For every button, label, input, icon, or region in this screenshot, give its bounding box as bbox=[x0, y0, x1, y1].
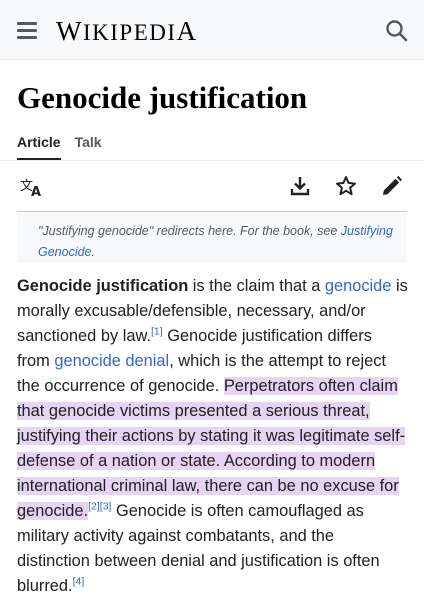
translate-icon[interactable]: 文 A bbox=[20, 176, 44, 203]
reference-1[interactable]: [1] bbox=[151, 326, 163, 338]
namespace-tabs: Article Talk bbox=[17, 134, 116, 160]
tabs-divider bbox=[0, 160, 424, 161]
download-icon[interactable] bbox=[288, 174, 312, 203]
lead-term: Genocide justification bbox=[17, 277, 189, 295]
highlighted-passage: Perpetrators often claim that genocide v… bbox=[17, 377, 406, 520]
page-title: Genocide justification bbox=[17, 80, 308, 115]
hatnote-text: "Justifying genocide" redirects here. Fo… bbox=[38, 224, 341, 238]
hamburger-menu-icon[interactable] bbox=[17, 22, 37, 39]
svg-text:A: A bbox=[31, 185, 41, 198]
search-icon[interactable] bbox=[384, 18, 410, 44]
star-icon[interactable] bbox=[334, 174, 358, 203]
pencil-icon[interactable] bbox=[380, 174, 404, 203]
body-text: is the claim that a bbox=[188, 277, 325, 295]
genocide-link[interactable]: genocide bbox=[325, 277, 392, 295]
article-body: Genocide justification is the claim that… bbox=[17, 274, 409, 599]
reference-4[interactable]: [4] bbox=[73, 576, 85, 588]
genocide-denial-link[interactable]: genocide denial bbox=[54, 352, 169, 370]
wikipedia-wordmark[interactable]: WIKIPEDIA bbox=[56, 16, 198, 47]
reference-3[interactable]: [3] bbox=[100, 501, 112, 513]
page-actions: 文 A bbox=[0, 174, 424, 200]
top-bar: WIKIPEDIA bbox=[0, 0, 424, 60]
tab-talk[interactable]: Talk bbox=[75, 134, 102, 160]
reference-2[interactable]: [2] bbox=[88, 501, 100, 513]
tab-article[interactable]: Article bbox=[17, 134, 61, 160]
hatnote-end: . bbox=[91, 245, 95, 259]
redirect-hatnote: "Justifying genocide" redirects here. Fo… bbox=[17, 211, 407, 263]
